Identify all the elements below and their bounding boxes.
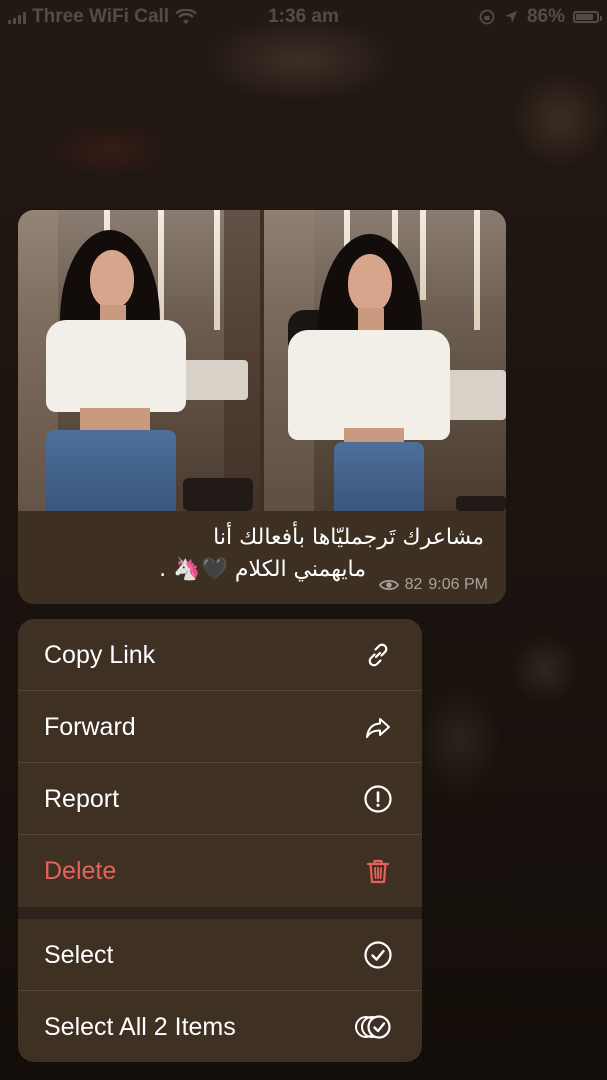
menu-item-copy-link[interactable]: Copy Link (18, 619, 422, 691)
menu-item-delete[interactable]: Delete (18, 835, 422, 907)
menu-separator (18, 907, 422, 919)
menu-item-report[interactable]: Report (18, 763, 422, 835)
menu-item-label: Copy Link (44, 640, 156, 669)
multi-check-icon (354, 1011, 394, 1043)
location-icon (504, 11, 517, 23)
message-time: 9:06 PM (428, 576, 488, 593)
screen: Three WiFi Call 1:36 am 86% مشاعرك تَرجم… (0, 0, 607, 1080)
battery-fill (576, 14, 594, 20)
menu-item-label: Forward (44, 712, 136, 741)
menu-item-label: Select All 2 Items (44, 1012, 236, 1041)
photo-2[interactable] (264, 210, 506, 511)
status-bar: Three WiFi Call 1:36 am 86% (0, 0, 607, 34)
photo-album[interactable] (18, 210, 506, 511)
menu-item-label: Report (44, 784, 120, 813)
report-icon (362, 783, 394, 815)
view-count: 82 (404, 576, 423, 593)
message-bubble[interactable]: مشاعرك تَرجمليّاها بأفعالك أنا مايهمني ا… (18, 210, 506, 604)
context-menu: Copy Link Forward Report Delete Select S… (18, 619, 422, 1062)
forward-icon (362, 711, 394, 743)
trash-icon (362, 855, 394, 887)
screen-lock-icon (479, 9, 495, 25)
menu-item-label: Delete (44, 856, 117, 885)
photo-1[interactable] (18, 210, 260, 511)
menu-item-forward[interactable]: Forward (18, 691, 422, 763)
status-right: 86% (479, 6, 602, 28)
menu-item-select[interactable]: Select (18, 919, 422, 991)
check-circle-icon (362, 939, 394, 971)
link-icon (362, 639, 394, 671)
menu-item-label: Select (44, 940, 114, 969)
battery-icon (573, 11, 602, 23)
message-meta: 82 9:06 PM (378, 576, 488, 594)
caption-line-1: مشاعرك تَرجمليّاها بأفعالك أنا (213, 525, 484, 550)
eye-icon (378, 579, 399, 591)
battery-percent: 86% (526, 6, 565, 27)
menu-item-select-all[interactable]: Select All 2 Items (18, 991, 422, 1062)
